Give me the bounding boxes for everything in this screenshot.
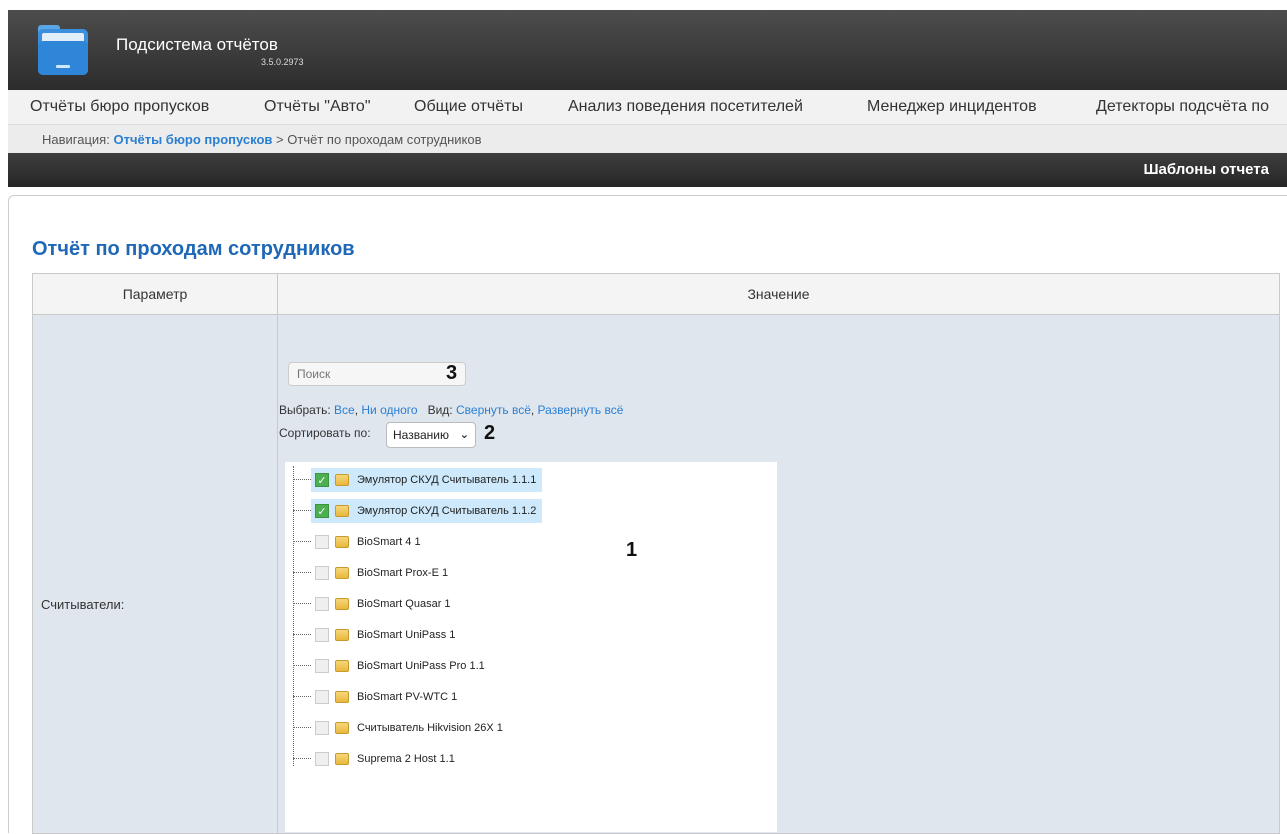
collapse-all-link[interactable]: Свернуть всё [456, 403, 531, 417]
tree-node-label: Считыватель Hikvision 26X 1 [357, 722, 503, 734]
tree-node-label: Эмулятор СКУД Считыватель 1.1.2 [357, 505, 537, 517]
breadcrumb-link[interactable]: Отчёты бюро пропусков [113, 132, 272, 147]
tree-node-row[interactable]: BioSmart Quasar 1 [311, 592, 457, 616]
breadcrumb-separator: > [276, 132, 284, 147]
tree-branch-line [293, 603, 311, 604]
tree-branch-line [293, 479, 311, 480]
view-label: Вид: [427, 403, 453, 417]
folder-icon [335, 567, 349, 579]
breadcrumb: Навигация: Отчёты бюро пропусков > Отчёт… [8, 125, 1287, 153]
tree-node-label: BioSmart PV-WTC 1 [357, 691, 458, 703]
tree-node-label: BioSmart UniPass Pro 1.1 [357, 660, 485, 672]
tree-node[interactable]: ✓ Эмулятор СКУД Считыватель 1.1.2 [293, 499, 573, 523]
tree-node[interactable]: ✓ Эмулятор СКУД Считыватель 1.1.1 [293, 468, 573, 492]
tree-node-row[interactable]: BioSmart PV-WTC 1 [311, 685, 463, 709]
checkbox[interactable] [315, 597, 329, 611]
select-none-link[interactable]: Ни одного [361, 403, 417, 417]
folder-icon [335, 474, 349, 486]
tree-branch-line [293, 572, 311, 573]
tree-node[interactable]: BioSmart PV-WTC 1 [293, 685, 573, 709]
readers-tree: ✓ Эмулятор СКУД Считыватель 1.1.1 ✓ Эмулято… [285, 462, 777, 832]
annotation-number-2: 2 [484, 422, 496, 444]
tree-node-row[interactable]: BioSmart UniPass 1 [311, 623, 461, 647]
tree-node-label: Эмулятор СКУД Считыватель 1.1.1 [357, 474, 537, 486]
breadcrumb-prefix: Навигация: [42, 132, 110, 147]
annotation-number-3: 3 [446, 362, 458, 384]
tree-node[interactable]: BioSmart UniPass Pro 1.1 [293, 654, 573, 678]
toolbar: Шаблоны отчета [8, 153, 1287, 187]
tree-branch-line [293, 541, 311, 542]
app-header: Подсистема отчётов 3.5.0.2973 [8, 10, 1287, 90]
checkbox[interactable] [315, 566, 329, 580]
tree-branch-line [293, 758, 311, 759]
report-templates-link[interactable]: Шаблоны отчета [1143, 161, 1269, 178]
folder-logo-icon [38, 25, 88, 75]
tree-branch-line [293, 510, 311, 511]
tree-node-row[interactable]: Считыватель Hikvision 26X 1 [311, 716, 509, 740]
annotation-number-1: 1 [626, 539, 638, 561]
folder-icon [335, 629, 349, 641]
menu-item-count-detectors[interactable]: Детекторы подсчёта по [1096, 98, 1269, 116]
menu-item-visitor-behavior[interactable]: Анализ поведения посетителей [568, 98, 803, 116]
main-menu: Отчёты бюро пропусков Отчёты "Авто" Общи… [8, 90, 1287, 125]
sort-label: Сортировать по: [279, 426, 371, 440]
tree-node-label: BioSmart Quasar 1 [357, 598, 451, 610]
tree-branch-line [293, 665, 311, 666]
menu-item-incident-manager[interactable]: Менеджер инцидентов [867, 98, 1037, 116]
checkbox[interactable] [315, 628, 329, 642]
column-header-parameter: Параметр [33, 274, 278, 315]
tree-node[interactable]: BioSmart Quasar 1 [293, 592, 573, 616]
select-all-link[interactable]: Все [334, 403, 355, 417]
sort-select[interactable]: Названию ⌄ [386, 422, 476, 448]
tree-branch-line [293, 696, 311, 697]
tree-node-row[interactable]: Suprema 2 Host 1.1 [311, 747, 461, 771]
tree-node-row[interactable]: BioSmart UniPass Pro 1.1 [311, 654, 491, 678]
folder-icon [335, 505, 349, 517]
tree-node-label: Suprema 2 Host 1.1 [357, 753, 455, 765]
page-title: Отчёт по проходам сотрудников [32, 238, 355, 260]
menu-item-pass-office-reports[interactable]: Отчёты бюро пропусков [30, 98, 209, 116]
folder-icon [335, 660, 349, 672]
sort-select-value: Названию [393, 428, 449, 442]
chevron-down-icon: ⌄ [459, 429, 469, 441]
folder-icon [335, 691, 349, 703]
checkbox[interactable] [315, 659, 329, 673]
checkbox[interactable] [315, 721, 329, 735]
tree-node[interactable]: Считыватель Hikvision 26X 1 [293, 716, 573, 740]
tree-node-row[interactable]: BioSmart Prox-E 1 [311, 561, 454, 585]
tree-node[interactable]: BioSmart UniPass 1 [293, 623, 573, 647]
tree-node-label: BioSmart Prox-E 1 [357, 567, 449, 579]
readers-label-cell: Считыватели: [33, 315, 278, 833]
checkbox[interactable]: ✓ [315, 473, 329, 487]
tree-node-row[interactable]: ✓ Эмулятор СКУД Считыватель 1.1.2 [311, 499, 543, 523]
select-label: Выбрать: [279, 403, 331, 417]
app-title: Подсистема отчётов [116, 35, 278, 54]
search-input[interactable] [288, 362, 466, 386]
tree-node[interactable]: BioSmart 4 1 [293, 530, 573, 554]
tree-node-label: BioSmart UniPass 1 [357, 629, 456, 641]
tree-node-label: BioSmart 4 1 [357, 536, 421, 548]
checkbox[interactable] [315, 752, 329, 766]
tree-branch-line [293, 727, 311, 728]
tree-branch-line [293, 634, 311, 635]
checkbox[interactable] [315, 690, 329, 704]
tree-node[interactable]: BioSmart Prox-E 1 [293, 561, 573, 585]
folder-icon [335, 722, 349, 734]
menu-item-general-reports[interactable]: Общие отчёты [414, 98, 523, 116]
readers-label: Считыватели: [41, 597, 125, 612]
checkbox[interactable] [315, 535, 329, 549]
tree-node-row[interactable]: BioSmart 4 1 [311, 530, 427, 554]
tree-node[interactable]: Suprema 2 Host 1.1 [293, 747, 573, 771]
column-header-value: Значение [278, 274, 1279, 315]
app-version: 3.5.0.2973 [261, 57, 304, 67]
folder-icon [335, 598, 349, 610]
folder-icon [335, 753, 349, 765]
breadcrumb-current: Отчёт по проходам сотрудников [287, 132, 482, 147]
folder-icon [335, 536, 349, 548]
checkbox[interactable]: ✓ [315, 504, 329, 518]
expand-all-link[interactable]: Развернуть всё [538, 403, 624, 417]
selection-controls: Выбрать: Все, Ни одного Вид: Свернуть вс… [279, 403, 624, 417]
tree-node-row[interactable]: ✓ Эмулятор СКУД Считыватель 1.1.1 [311, 468, 543, 492]
menu-item-auto-reports[interactable]: Отчёты "Авто" [264, 98, 371, 116]
